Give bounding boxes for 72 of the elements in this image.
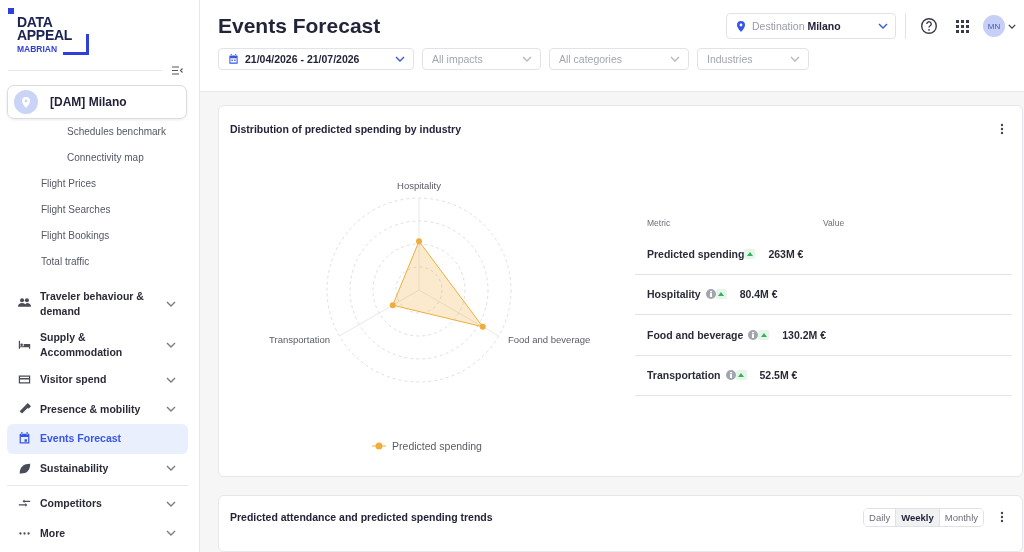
axis-label: Transportation [269,334,330,345]
logo-subtitle: MABRIAN [17,44,58,54]
nav-item[interactable]: Competitors [7,489,188,519]
table-cell: 80.4M € [739,288,778,301]
collapse-menu-icon[interactable] [172,66,183,75]
user-menu[interactable]: MN [983,15,1016,37]
table-cell: Predicted spending [647,247,745,260]
chevron-down-icon [1008,23,1016,29]
submenu-item[interactable]: Connectivity map [0,145,199,171]
chevron-down-icon [878,23,888,29]
nav-item[interactable]: More [7,518,188,548]
nav-item[interactable]: Sustainability [7,453,188,483]
submenu-item[interactable]: Flight Searches [0,197,199,223]
card-title: Distribution of predicted spending by industry [230,123,462,135]
chevron-down-icon [670,56,680,62]
logo-square-icon [8,8,14,14]
nav-item[interactable]: Traveler behaviour & demand [7,282,188,325]
credit-card-icon [18,375,31,384]
bed-icon [18,340,31,349]
nav-item[interactable]: Supply & Accommodation [7,325,188,365]
trend-up-icon [735,370,747,381]
destination-select[interactable]: Destination Milano [726,13,896,39]
page-title: Events Forecast [218,14,382,38]
table-cell: 263M € [768,247,804,260]
location-pin-icon [22,96,30,108]
card-title: Predicted attendance and predicted spending trends [230,511,494,523]
people-icon [18,298,31,307]
submenu-item[interactable]: Total traffic [0,249,199,275]
data-point[interactable] [416,238,422,245]
trend-up-icon [758,329,770,340]
data-point[interactable] [479,323,486,330]
more-dots-icon [19,532,30,535]
info-icon[interactable] [748,329,759,340]
legend-item[interactable]: Predicted spending [372,440,482,452]
column-header: Value [823,218,845,228]
axis-label: Hospitality [397,180,441,191]
nav-item[interactable]: Events Forecast [7,424,188,454]
trend-up-icon [744,248,756,259]
table-cell: Hospitality [647,288,701,301]
help-icon[interactable] [920,17,938,35]
period-toggle[interactable]: Weekly [895,508,939,526]
table-cell: 130.2M € [782,328,827,341]
chevron-down-icon [522,56,532,62]
trend-up-icon [715,289,727,300]
submenu-item[interactable]: Schedules benchmark [0,119,199,145]
column-header: Metric [647,218,672,228]
calendar-icon [228,53,239,65]
submenu-item[interactable]: Flight Bookings [0,223,199,249]
calendar-icon [19,432,30,444]
logo-wordmark: DATA APPEAL [17,16,72,42]
destination-card[interactable]: [DAM] Milano [7,85,187,119]
destination-name: [DAM] Milano [50,95,127,109]
location-pin-icon [737,20,745,32]
info-icon[interactable] [725,370,736,381]
table-cell: 52.5M € [759,369,798,382]
info-icon[interactable] [705,289,716,300]
chevron-down-icon [790,56,800,62]
period-toggle[interactable]: Monthly [938,508,983,526]
leaf-icon [19,463,31,474]
axis-label: Food and beverage [508,334,591,345]
nav-item[interactable]: Presence & mobility [7,394,188,424]
table-cell: Transportation [647,369,721,382]
user-avatar: MN [983,15,1005,37]
submenu-item[interactable]: Flight Prices [0,171,199,197]
apps-grid-icon[interactable] [953,17,971,35]
data-point[interactable] [389,302,396,309]
nav-item[interactable]: Visitor spend [7,365,188,395]
compare-arrows-icon [18,499,31,507]
chevron-down-icon [395,56,405,62]
date-range-field[interactable]: 21/04/2026 - 21/07/2026 [218,48,414,70]
legend-marker-icon [372,442,387,450]
table-cell: Food and beverage [647,328,744,341]
